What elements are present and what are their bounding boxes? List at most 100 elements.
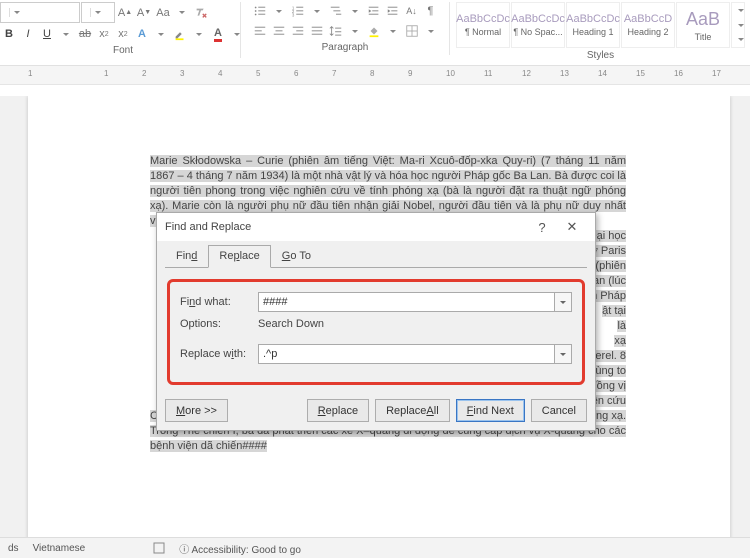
align-right-icon[interactable] — [289, 22, 307, 40]
ruler-tick: 5 — [256, 69, 260, 78]
ruler-tick: 15 — [636, 69, 645, 78]
group-label: Paragraph — [322, 40, 369, 53]
style-tile-heading1[interactable]: AaBbCcDcHeading 1 — [566, 2, 620, 48]
shading-icon[interactable] — [365, 22, 383, 40]
dialog-title: Find and Replace — [165, 221, 527, 233]
bold-button[interactable]: B — [0, 25, 18, 43]
help-button[interactable]: ? — [527, 220, 557, 235]
group-label: Font — [113, 43, 133, 56]
ribbon-group-styles: AaBbCcDc¶ Normal AaBbCcDc¶ No Spac... Aa… — [450, 2, 750, 63]
cancel-button[interactable]: Cancel — [531, 399, 587, 422]
line-spacing-icon[interactable] — [327, 22, 345, 40]
clear-formatting-icon[interactable] — [192, 4, 210, 22]
find-what-dropdown[interactable] — [555, 292, 572, 312]
options-label: Options: — [180, 318, 258, 330]
change-case-icon[interactable]: Aa — [154, 4, 172, 22]
highlight-dropdown[interactable] — [190, 25, 208, 43]
font-color-icon[interactable]: A — [209, 25, 227, 43]
find-replace-dialog: Find and Replace ? ✕ Find Replace Go To … — [156, 212, 596, 431]
doc-text-fragment[interactable]: ên cứu — [592, 395, 626, 407]
ribbon-group-paragraph: 123 A↓ ¶ Paragraph — [241, 2, 450, 55]
text-effects-icon[interactable]: A — [133, 25, 151, 43]
shrink-font-icon[interactable]: A▼ — [135, 4, 153, 22]
find-what-label: Find what: — [180, 296, 258, 308]
decrease-indent-icon[interactable] — [365, 2, 383, 20]
strikethrough-button[interactable]: ab — [76, 25, 94, 43]
ruler-tick: 1 — [104, 69, 108, 78]
dialog-tabs: Find Replace Go To — [157, 241, 595, 268]
style-tile-title[interactable]: AaBTitle — [676, 2, 730, 48]
italic-button[interactable]: I — [19, 25, 37, 43]
tab-replace[interactable]: Replace — [208, 245, 270, 268]
superscript-button[interactable]: x2 — [114, 25, 132, 43]
status-language[interactable]: Vietnamese — [33, 543, 86, 554]
group-label: Styles — [587, 48, 614, 61]
status-words[interactable]: ds — [8, 543, 19, 554]
styles-more[interactable] — [732, 32, 750, 47]
borders-icon[interactable] — [403, 22, 421, 40]
macro-icon[interactable] — [153, 542, 165, 554]
doc-text-fragment[interactable]: ật tại — [602, 305, 626, 317]
numbering-icon[interactable]: 123 — [289, 2, 307, 20]
multilevel-icon[interactable] — [327, 2, 345, 20]
doc-text-fragment[interactable]: là — [617, 320, 626, 332]
ruler-tick: 8 — [370, 69, 374, 78]
ruler-tick: 1 — [28, 69, 32, 78]
tab-goto[interactable]: Go To — [271, 245, 322, 268]
find-next-button[interactable]: Find Next — [456, 399, 525, 422]
replace-with-dropdown[interactable] — [555, 344, 572, 364]
ribbon: A▲ A▼ Aa B I U ab x2 x2 A A Font — [0, 0, 750, 66]
line-spacing-dropdown[interactable] — [346, 22, 364, 40]
ruler-tick: 6 — [294, 69, 298, 78]
style-tile-heading2[interactable]: AaBbCcDHeading 2 — [621, 2, 675, 48]
ruler-tick: 11 — [484, 69, 492, 78]
replace-button[interactable]: Replace — [307, 399, 369, 422]
increase-indent-icon[interactable] — [384, 2, 402, 20]
change-case-dropdown[interactable] — [173, 4, 191, 22]
multilevel-dropdown[interactable] — [346, 2, 364, 20]
styles-gallery[interactable]: AaBbCcDc¶ Normal AaBbCcDc¶ No Spac... Aa… — [456, 2, 745, 48]
close-button[interactable]: ✕ — [557, 219, 587, 235]
tab-find[interactable]: Find — [165, 245, 208, 268]
style-tile-nospacing[interactable]: AaBbCcDc¶ No Spac... — [511, 2, 565, 48]
shading-dropdown[interactable] — [384, 22, 402, 40]
font-size-combo[interactable] — [81, 2, 115, 23]
doc-text-fragment[interactable]: n Pháp — [591, 290, 626, 302]
doc-text-fragment[interactable]: xạ — [614, 335, 626, 347]
status-bar: ds Vietnamese ⓘ Accessibility: Good to g… — [0, 537, 750, 558]
find-what-input[interactable] — [258, 292, 555, 312]
ruler-tick: 14 — [598, 69, 607, 78]
align-left-icon[interactable] — [251, 22, 269, 40]
styles-scroll-down[interactable] — [732, 18, 750, 33]
dialog-titlebar[interactable]: Find and Replace ? ✕ — [157, 213, 595, 241]
underline-dropdown[interactable] — [57, 25, 75, 43]
font-name-combo[interactable] — [0, 2, 80, 23]
horizontal-ruler[interactable]: 11234567891011121314151617 — [0, 66, 750, 85]
style-tile-normal[interactable]: AaBbCcDc¶ Normal — [456, 2, 510, 48]
justify-icon[interactable] — [308, 22, 326, 40]
grow-font-icon[interactable]: A▲ — [116, 4, 134, 22]
accessibility-icon: ⓘ — [179, 545, 189, 556]
styles-scroll-up[interactable] — [732, 3, 750, 18]
replace-all-button[interactable]: Replace All — [375, 399, 450, 422]
sort-icon[interactable]: A↓ — [403, 2, 421, 20]
more-button[interactable]: More >> — [165, 399, 228, 422]
text-effects-dropdown[interactable] — [152, 25, 170, 43]
accessibility-status[interactable]: ⓘ Accessibility: Good to go — [179, 541, 301, 556]
subscript-button[interactable]: x2 — [95, 25, 113, 43]
numbering-dropdown[interactable] — [308, 2, 326, 20]
highlight-icon[interactable] — [171, 25, 189, 43]
underline-button[interactable]: U — [38, 25, 56, 43]
bullets-dropdown[interactable] — [270, 2, 288, 20]
borders-dropdown[interactable] — [422, 22, 440, 40]
ribbon-group-font: A▲ A▼ Aa B I U ab x2 x2 A A Font — [6, 2, 241, 58]
form-highlight: Find what: Options: Search Down Replace … — [167, 279, 585, 385]
ruler-tick: 3 — [180, 69, 184, 78]
ruler-tick: 10 — [446, 69, 455, 78]
show-marks-icon[interactable]: ¶ — [422, 2, 440, 20]
bullets-icon[interactable] — [251, 2, 269, 20]
align-center-icon[interactable] — [270, 22, 288, 40]
replace-with-input[interactable] — [258, 344, 555, 364]
ruler-tick: 13 — [560, 69, 569, 78]
replace-with-label: Replace with: — [180, 348, 258, 360]
